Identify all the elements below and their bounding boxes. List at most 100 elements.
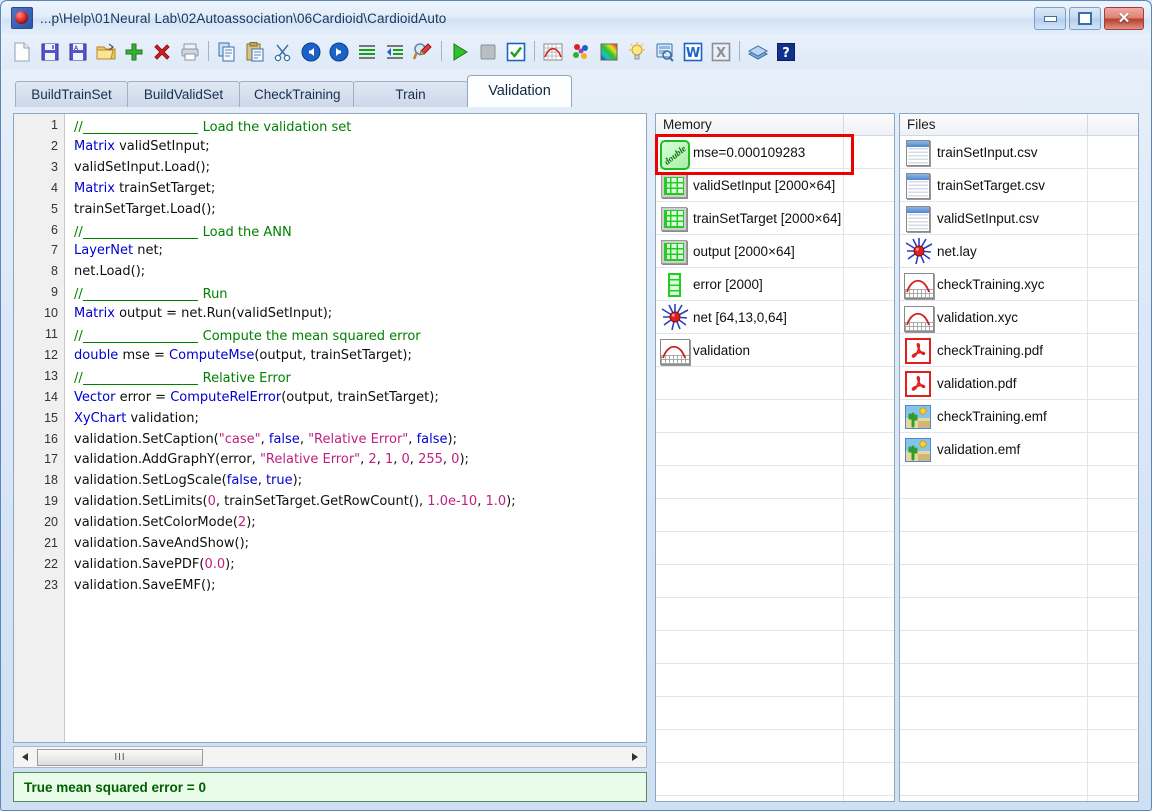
file-empty-row[interactable] [900,796,1138,801]
book-icon[interactable] [744,38,772,66]
tab-checktraining[interactable]: CheckTraining [239,81,354,107]
memory-row[interactable]: validation [656,334,894,367]
add-icon[interactable] [120,38,148,66]
code-line[interactable]: validation.SetLimits(0, trainSetTarget.G… [74,494,516,509]
code-text-area[interactable]: // Load the validation set Matrix validSe… [65,114,646,742]
file-row[interactable]: validation.xyc [900,301,1138,334]
code-line[interactable]: XyChart validation; [74,411,199,426]
close-button[interactable]: ✕ [1104,7,1144,30]
memory-empty-row[interactable] [656,598,894,631]
undo-icon[interactable] [297,38,325,66]
code-line[interactable]: net.Load(); [74,264,145,279]
file-empty-row[interactable] [900,631,1138,664]
file-row[interactable]: trainSetInput.csv [900,136,1138,169]
files-panel[interactable]: Files trainSetInput.csv trainSetTarget.cs… [899,113,1139,802]
code-line[interactable]: LayerNet net; [74,243,163,258]
code-line[interactable]: // Run [74,285,228,302]
excel-export-icon[interactable]: X [707,38,735,66]
minimize-button[interactable] [1034,7,1066,30]
memory-row[interactable]: validSetInput [2000×64] [656,169,894,202]
file-row[interactable]: checkTraining.emf [900,400,1138,433]
memory-empty-row[interactable] [656,664,894,697]
code-line[interactable]: validation.SetCaption("case", false, "Re… [74,432,457,447]
print-icon[interactable] [176,38,204,66]
code-line[interactable]: validation.SaveAndShow(); [74,536,249,551]
help-icon[interactable]: ? [772,38,800,66]
copy-icon[interactable] [213,38,241,66]
hint-icon[interactable] [623,38,651,66]
code-line[interactable]: Matrix validSetInput; [74,139,210,154]
redo-icon[interactable] [325,38,353,66]
chart-icon[interactable] [539,38,567,66]
code-editor[interactable]: 1 2 3 4 5 6 7 8 9 10 11 12 13 14 15 16 17 18 19 20 21 22 23 //… [13,113,647,743]
file-row[interactable]: validation.pdf [900,367,1138,400]
scrollbar-track[interactable]: III [36,747,624,767]
file-empty-row[interactable] [900,532,1138,565]
code-line[interactable]: // Load the validation set [74,118,351,135]
memory-empty-row[interactable] [656,763,894,796]
memory-empty-row[interactable] [656,433,894,466]
memory-empty-row[interactable] [656,499,894,532]
memory-row[interactable]: output [2000×64] [656,235,894,268]
code-line[interactable]: Matrix trainSetTarget; [74,181,215,196]
code-line[interactable]: // Load the ANN [74,223,292,240]
scroll-right-button[interactable] [624,747,646,767]
code-line[interactable]: // Relative Error [74,369,291,386]
colormap-icon[interactable] [595,38,623,66]
file-row[interactable]: trainSetTarget.csv [900,169,1138,202]
tab-validation[interactable]: Validation [467,75,572,107]
open-folder-icon[interactable] [92,38,120,66]
code-line[interactable]: double mse = ComputeMse(output, trainSet… [74,348,412,363]
check-syntax-icon[interactable] [502,38,530,66]
file-empty-row[interactable] [900,664,1138,697]
memory-row[interactable]: trainSetTarget [2000×64] [656,202,894,235]
scroll-left-button[interactable] [14,747,36,767]
memory-empty-row[interactable] [656,466,894,499]
scrollbar-thumb[interactable]: III [37,748,203,766]
file-empty-row[interactable] [900,466,1138,499]
file-empty-row[interactable] [900,598,1138,631]
code-line[interactable]: validation.SavePDF(0.0); [74,557,235,572]
memory-empty-row[interactable] [656,565,894,598]
memory-empty-row[interactable] [656,532,894,565]
tab-buildtrainset[interactable]: BuildTrainSet [15,81,128,107]
save-icon[interactable] [36,38,64,66]
save-as-icon[interactable]: A [64,38,92,66]
word-export-icon[interactable]: W [679,38,707,66]
code-line[interactable]: validation.SetColorMode(2); [74,515,256,530]
file-empty-row[interactable] [900,697,1138,730]
outdent-icon[interactable] [381,38,409,66]
new-file-icon[interactable] [8,38,36,66]
file-row[interactable]: checkTraining.pdf [900,334,1138,367]
paste-icon[interactable] [241,38,269,66]
editor-horizontal-scrollbar[interactable]: III [13,746,647,768]
file-empty-row[interactable] [900,763,1138,796]
code-line[interactable]: validSetInput.Load(); [74,160,210,175]
memory-row[interactable]: net [64,13,0,64] [656,301,894,334]
code-line[interactable]: // Compute the mean squared error [74,327,421,344]
memory-empty-row[interactable] [656,400,894,433]
run-icon[interactable] [446,38,474,66]
code-line[interactable]: validation.AddGraphY(error, "Relative Er… [74,452,469,467]
stop-icon[interactable] [474,38,502,66]
cut-icon[interactable] [269,38,297,66]
tab-buildvalidset[interactable]: BuildValidSet [127,81,240,107]
tab-train[interactable]: Train [353,81,468,107]
memory-panel[interactable]: Memory double mse=0.000109283 validSetInpu… [655,113,895,802]
memory-empty-row[interactable] [656,796,894,801]
code-line[interactable]: validation.SetLogScale(false, true); [74,473,302,488]
file-empty-row[interactable] [900,565,1138,598]
file-empty-row[interactable] [900,730,1138,763]
code-line[interactable]: Vector error = ComputeRelError(output, t… [74,390,439,405]
memory-empty-row[interactable] [656,697,894,730]
delete-icon[interactable] [148,38,176,66]
code-line[interactable]: Matrix output = net.Run(validSetInput); [74,306,332,321]
memory-empty-row[interactable] [656,730,894,763]
memory-row[interactable]: double mse=0.000109283 [656,136,894,170]
file-row[interactable]: checkTraining.xyc [900,268,1138,301]
code-line[interactable]: validation.SaveEMF(); [74,578,215,593]
preview-icon[interactable] [651,38,679,66]
code-line[interactable]: trainSetTarget.Load(); [74,202,216,217]
file-empty-row[interactable] [900,499,1138,532]
file-row[interactable]: net.lay [900,235,1138,268]
